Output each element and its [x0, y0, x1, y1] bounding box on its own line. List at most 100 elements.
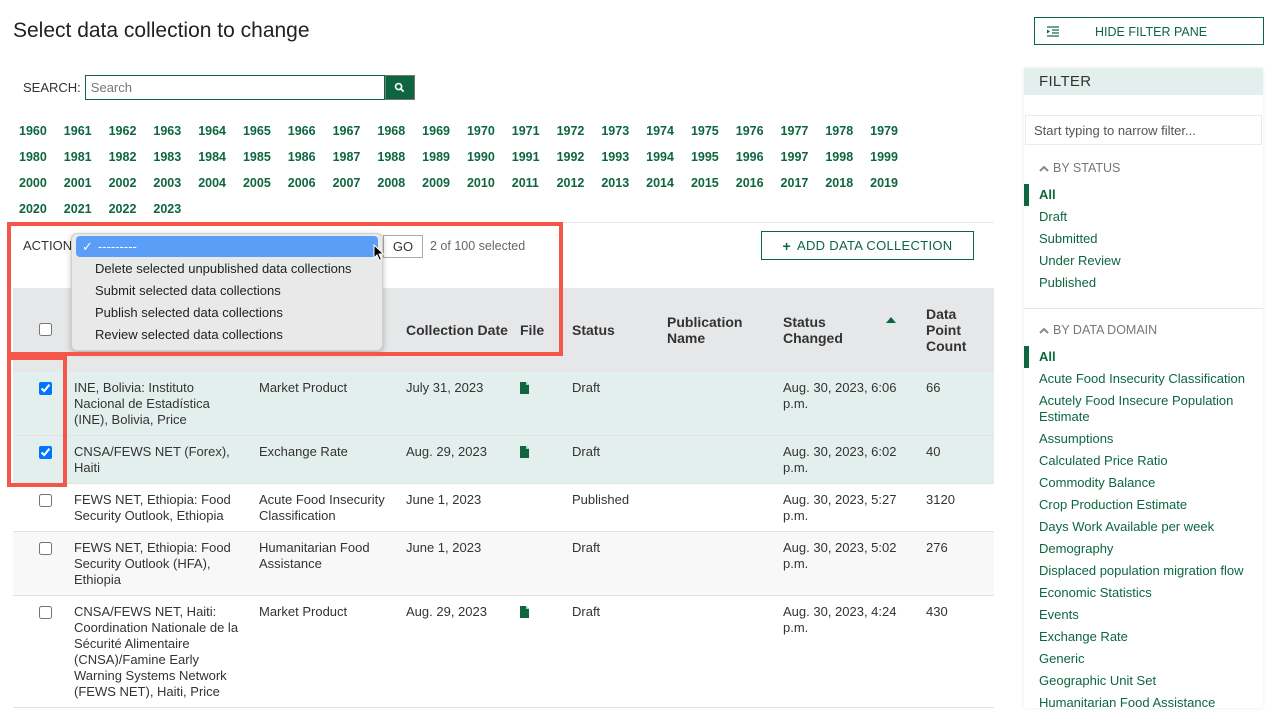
filter-item[interactable]: Acutely Food Insecure Population Estimat…	[1024, 390, 1263, 428]
year-link[interactable]: 2021	[64, 198, 109, 224]
year-link[interactable]: 2013	[601, 172, 646, 198]
year-link[interactable]: 1991	[512, 146, 557, 172]
header-collection-date[interactable]: Collection Date	[400, 288, 514, 372]
filter-section-toggle[interactable]: BY STATUS	[1024, 161, 1263, 175]
year-link[interactable]: 1995	[691, 146, 736, 172]
year-link[interactable]: 1982	[109, 146, 154, 172]
year-link[interactable]: 1974	[646, 120, 691, 146]
year-link[interactable]: 1973	[601, 120, 646, 146]
year-link[interactable]: 1978	[825, 120, 870, 146]
filter-item[interactable]: Commodity Balance	[1024, 472, 1263, 494]
go-button[interactable]: GO	[383, 235, 423, 258]
year-link[interactable]: 1963	[153, 120, 198, 146]
year-link[interactable]: 1965	[243, 120, 288, 146]
year-link[interactable]: 2018	[825, 172, 870, 198]
filter-item[interactable]: Submitted	[1024, 228, 1263, 250]
year-link[interactable]: 1968	[377, 120, 422, 146]
year-link[interactable]: 2010	[467, 172, 512, 198]
year-link[interactable]: 2014	[646, 172, 691, 198]
action-option-selected[interactable]: ✓ ---------	[76, 236, 378, 257]
filter-item[interactable]: Humanitarian Food Assistance	[1024, 692, 1263, 714]
year-link[interactable]: 1975	[691, 120, 736, 146]
filter-item[interactable]: Draft	[1024, 206, 1263, 228]
year-link[interactable]: 1977	[781, 120, 826, 146]
year-link[interactable]: 2022	[109, 198, 154, 224]
year-link[interactable]: 1972	[557, 120, 602, 146]
year-link[interactable]: 1969	[422, 120, 467, 146]
file-icon[interactable]	[520, 382, 529, 394]
filter-item[interactable]: Displaced population migration flow	[1024, 560, 1263, 582]
file-icon[interactable]	[520, 606, 529, 618]
action-dropdown-menu[interactable]: ✓ --------- Delete selected unpublished d…	[71, 233, 383, 351]
year-link[interactable]: 1962	[109, 120, 154, 146]
filter-item[interactable]: Economic Statistics	[1024, 582, 1263, 604]
year-link[interactable]: 1983	[153, 146, 198, 172]
action-option-publish[interactable]: Publish selected data collections	[72, 302, 382, 324]
year-link[interactable]: 2009	[422, 172, 467, 198]
year-link[interactable]: 1999	[870, 146, 915, 172]
year-link[interactable]: 2016	[736, 172, 781, 198]
filter-search-input[interactable]	[1025, 115, 1262, 145]
year-link[interactable]: 2001	[64, 172, 109, 198]
year-link[interactable]: 1989	[422, 146, 467, 172]
year-link[interactable]: 1960	[19, 120, 64, 146]
year-link[interactable]: 1964	[198, 120, 243, 146]
filter-item[interactable]: All	[1024, 184, 1263, 206]
year-link[interactable]: 2005	[243, 172, 288, 198]
year-link[interactable]: 1992	[557, 146, 602, 172]
year-link[interactable]: 1961	[64, 120, 109, 146]
row-checkbox[interactable]	[39, 494, 52, 507]
action-option-delete[interactable]: Delete selected unpublished data collect…	[72, 258, 382, 280]
filter-item[interactable]: Calculated Price Ratio	[1024, 450, 1263, 472]
year-link[interactable]: 2019	[870, 172, 915, 198]
add-data-collection-button[interactable]: + ADD DATA COLLECTION	[761, 231, 974, 260]
file-icon[interactable]	[520, 446, 529, 458]
year-link[interactable]: 1988	[377, 146, 422, 172]
year-link[interactable]: 1986	[288, 146, 333, 172]
year-link[interactable]: 2002	[109, 172, 154, 198]
filter-item[interactable]: Demography	[1024, 538, 1263, 560]
sort-ascending-icon[interactable]	[886, 317, 896, 323]
year-link[interactable]: 1976	[736, 120, 781, 146]
filter-item[interactable]: Days Work Available per week	[1024, 516, 1263, 538]
row-checkbox[interactable]	[39, 606, 52, 619]
filter-item[interactable]: All	[1024, 346, 1263, 368]
year-link[interactable]: 2012	[557, 172, 602, 198]
select-all-checkbox[interactable]	[39, 323, 52, 336]
hide-filter-pane-button[interactable]: HIDE FILTER PANE	[1034, 17, 1264, 45]
year-link[interactable]: 2008	[377, 172, 422, 198]
year-link[interactable]: 2003	[153, 172, 198, 198]
year-link[interactable]: 1998	[825, 146, 870, 172]
header-status-changed[interactable]: Status Changed	[777, 288, 920, 372]
year-link[interactable]: 2007	[333, 172, 378, 198]
header-status[interactable]: Status	[566, 288, 661, 372]
year-link[interactable]: 2006	[288, 172, 333, 198]
year-link[interactable]: 1984	[198, 146, 243, 172]
year-link[interactable]: 2017	[781, 172, 826, 198]
filter-item[interactable]: Crop Production Estimate	[1024, 494, 1263, 516]
header-data-point-count[interactable]: Data Point Count	[920, 288, 994, 372]
year-link[interactable]: 1971	[512, 120, 557, 146]
filter-item[interactable]: Under Review	[1024, 250, 1263, 272]
header-publication-name[interactable]: Publication Name	[661, 288, 777, 372]
year-link[interactable]: 1996	[736, 146, 781, 172]
filter-item[interactable]: Acute Food Insecurity Classification	[1024, 368, 1263, 390]
year-link[interactable]: 2004	[198, 172, 243, 198]
year-link[interactable]: 1967	[333, 120, 378, 146]
year-link[interactable]: 1997	[781, 146, 826, 172]
filter-item[interactable]: Published	[1024, 272, 1263, 294]
year-link[interactable]: 1980	[19, 146, 64, 172]
year-link[interactable]: 1966	[288, 120, 333, 146]
row-name[interactable]: FEWS NET, Ethiopia: Food Security Outloo…	[68, 531, 253, 596]
year-link[interactable]: 1987	[333, 146, 378, 172]
year-link[interactable]: 1993	[601, 146, 646, 172]
year-link[interactable]: 1981	[64, 146, 109, 172]
table-row[interactable]: CNSA/FEWS NET (Forex), Haiti Exchange Rat…	[13, 435, 994, 484]
filter-item[interactable]: Exchange Rate	[1024, 626, 1263, 648]
search-input[interactable]	[84, 75, 385, 100]
search-button[interactable]	[384, 75, 415, 100]
row-checkbox[interactable]	[39, 446, 52, 459]
action-option-submit[interactable]: Submit selected data collections	[72, 280, 382, 302]
year-link[interactable]: 1994	[646, 146, 691, 172]
filter-item[interactable]: Events	[1024, 604, 1263, 626]
